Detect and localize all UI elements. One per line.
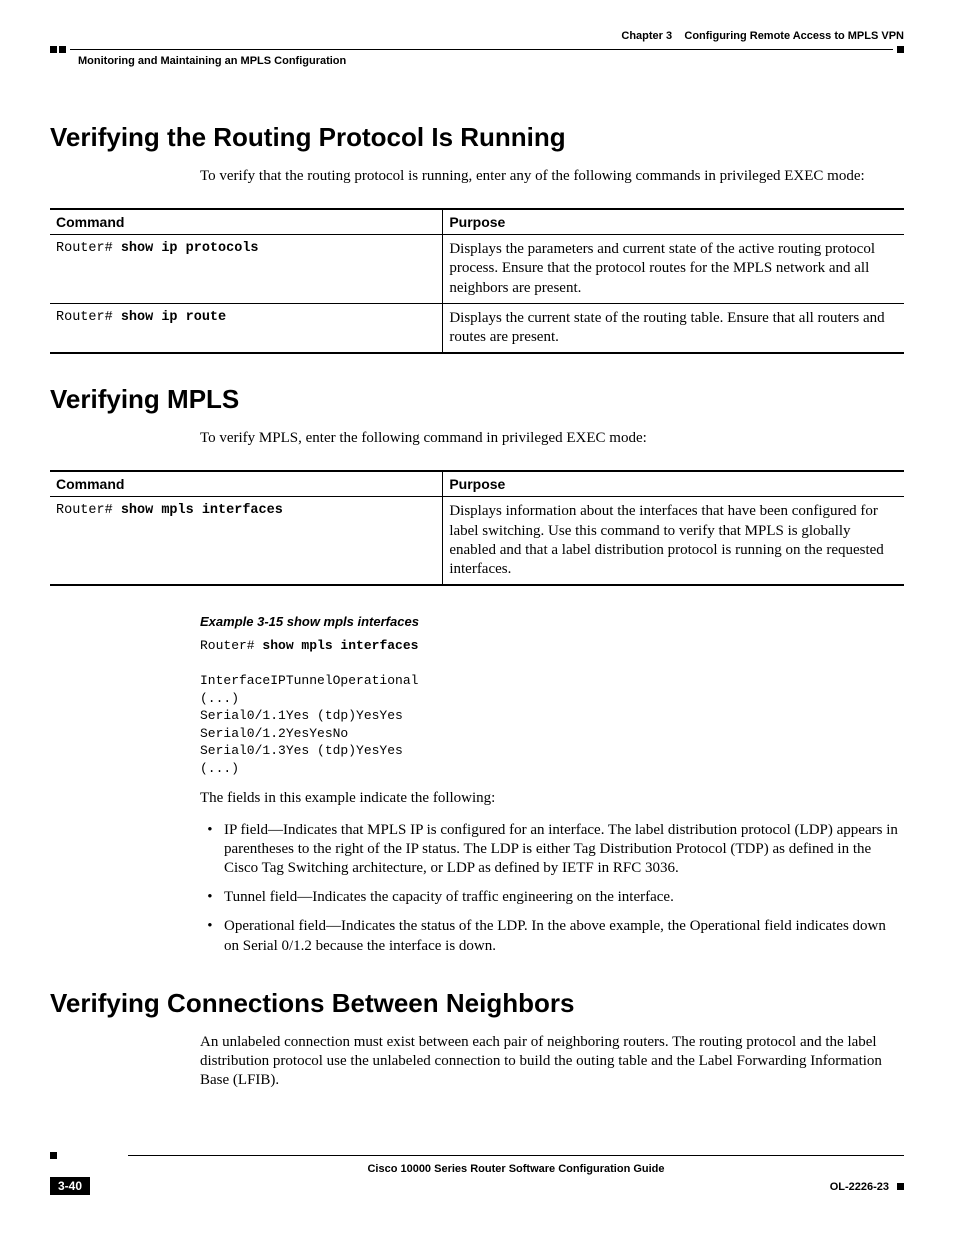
prompt: Router# [56, 310, 121, 325]
table-header-row: Command Purpose [50, 471, 904, 497]
section-heading-verifying-mpls: Verifying MPLS [50, 384, 904, 415]
square-icon [50, 1152, 57, 1159]
example-output: InterfaceIPTunnelOperational (...) Seria… [200, 673, 418, 776]
square-icon [897, 1183, 904, 1190]
prompt: Router# [56, 503, 121, 518]
table-header-row: Command Purpose [50, 209, 904, 235]
horizontal-rule [128, 1155, 904, 1156]
list-item: IP field—Indicates that MPLS IP is confi… [220, 821, 904, 879]
example-code-block: Router# show mpls interfaces InterfaceIP… [200, 637, 904, 777]
example-command: show mpls interfaces [262, 638, 418, 653]
chapter-label: Chapter 3 [621, 30, 672, 42]
table-row: Router# show ip protocols Displays the p… [50, 235, 904, 304]
command-cell: Router# show ip protocols [50, 235, 443, 304]
list-item: Operational field—Indicates the status o… [220, 917, 904, 955]
doc-id: OL-2226-23 [830, 1181, 889, 1193]
footer-rule [50, 1152, 904, 1159]
page-footer: Cisco 10000 Series Router Software Confi… [50, 1152, 904, 1195]
header-rule [50, 46, 904, 53]
footer-guide-title: Cisco 10000 Series Router Software Confi… [128, 1163, 904, 1175]
square-icon [897, 46, 904, 53]
square-icon [50, 46, 57, 53]
table-header-purpose: Purpose [443, 471, 904, 497]
section-intro-verifying-mpls: To verify MPLS, enter the following comm… [200, 429, 904, 448]
prompt: Router# [56, 241, 121, 256]
page-number: 3-40 [50, 1177, 90, 1195]
field-list: IP field—Indicates that MPLS IP is confi… [200, 821, 904, 956]
list-item: Tunnel field—Indicates the capacity of t… [220, 888, 904, 907]
section-intro-verifying-connections: An unlabeled connection must exist betwe… [200, 1033, 904, 1091]
section-heading-verifying-connections: Verifying Connections Between Neighbors [50, 988, 904, 1019]
horizontal-rule [70, 49, 893, 50]
decor-blocks-left [50, 1152, 128, 1159]
section-intro-routing-protocol: To verify that the routing protocol is r… [200, 167, 904, 186]
purpose-cell: Displays the parameters and current stat… [443, 235, 904, 304]
header-right: Chapter 3 Configuring Remote Access to M… [621, 30, 904, 42]
command-bold: show ip protocols [121, 241, 259, 256]
footer-bottom-row: 3-40 OL-2226-23 [50, 1177, 904, 1195]
post-example-text: The fields in this example indicate the … [200, 789, 904, 808]
table-row: Router# show ip route Displays the curre… [50, 303, 904, 353]
breadcrumb: Monitoring and Maintaining an MPLS Confi… [78, 55, 904, 67]
decor-blocks-left [50, 46, 66, 53]
running-header: Chapter 3 Configuring Remote Access to M… [50, 30, 904, 42]
command-bold: show mpls interfaces [121, 503, 283, 518]
table-header-command: Command [50, 209, 443, 235]
command-table-mpls: Command Purpose Router# show mpls interf… [50, 470, 904, 586]
footer-doc-id-wrap: OL-2226-23 [830, 1177, 904, 1195]
example-caption: Example 3-15 show mpls interfaces [200, 614, 904, 629]
command-bold: show ip route [121, 310, 226, 325]
purpose-cell: Displays information about the interface… [443, 497, 904, 585]
command-table-routing: Command Purpose Router# show ip protocol… [50, 208, 904, 354]
table-header-command: Command [50, 471, 443, 497]
table-header-purpose: Purpose [443, 209, 904, 235]
example-prompt: Router# [200, 638, 262, 653]
section-heading-routing-protocol: Verifying the Routing Protocol Is Runnin… [50, 122, 904, 153]
chapter-title: Configuring Remote Access to MPLS VPN [684, 30, 904, 42]
command-cell: Router# show mpls interfaces [50, 497, 443, 585]
command-cell: Router# show ip route [50, 303, 443, 353]
purpose-cell: Displays the current state of the routin… [443, 303, 904, 353]
table-row: Router# show mpls interfaces Displays in… [50, 497, 904, 585]
square-icon [59, 46, 66, 53]
